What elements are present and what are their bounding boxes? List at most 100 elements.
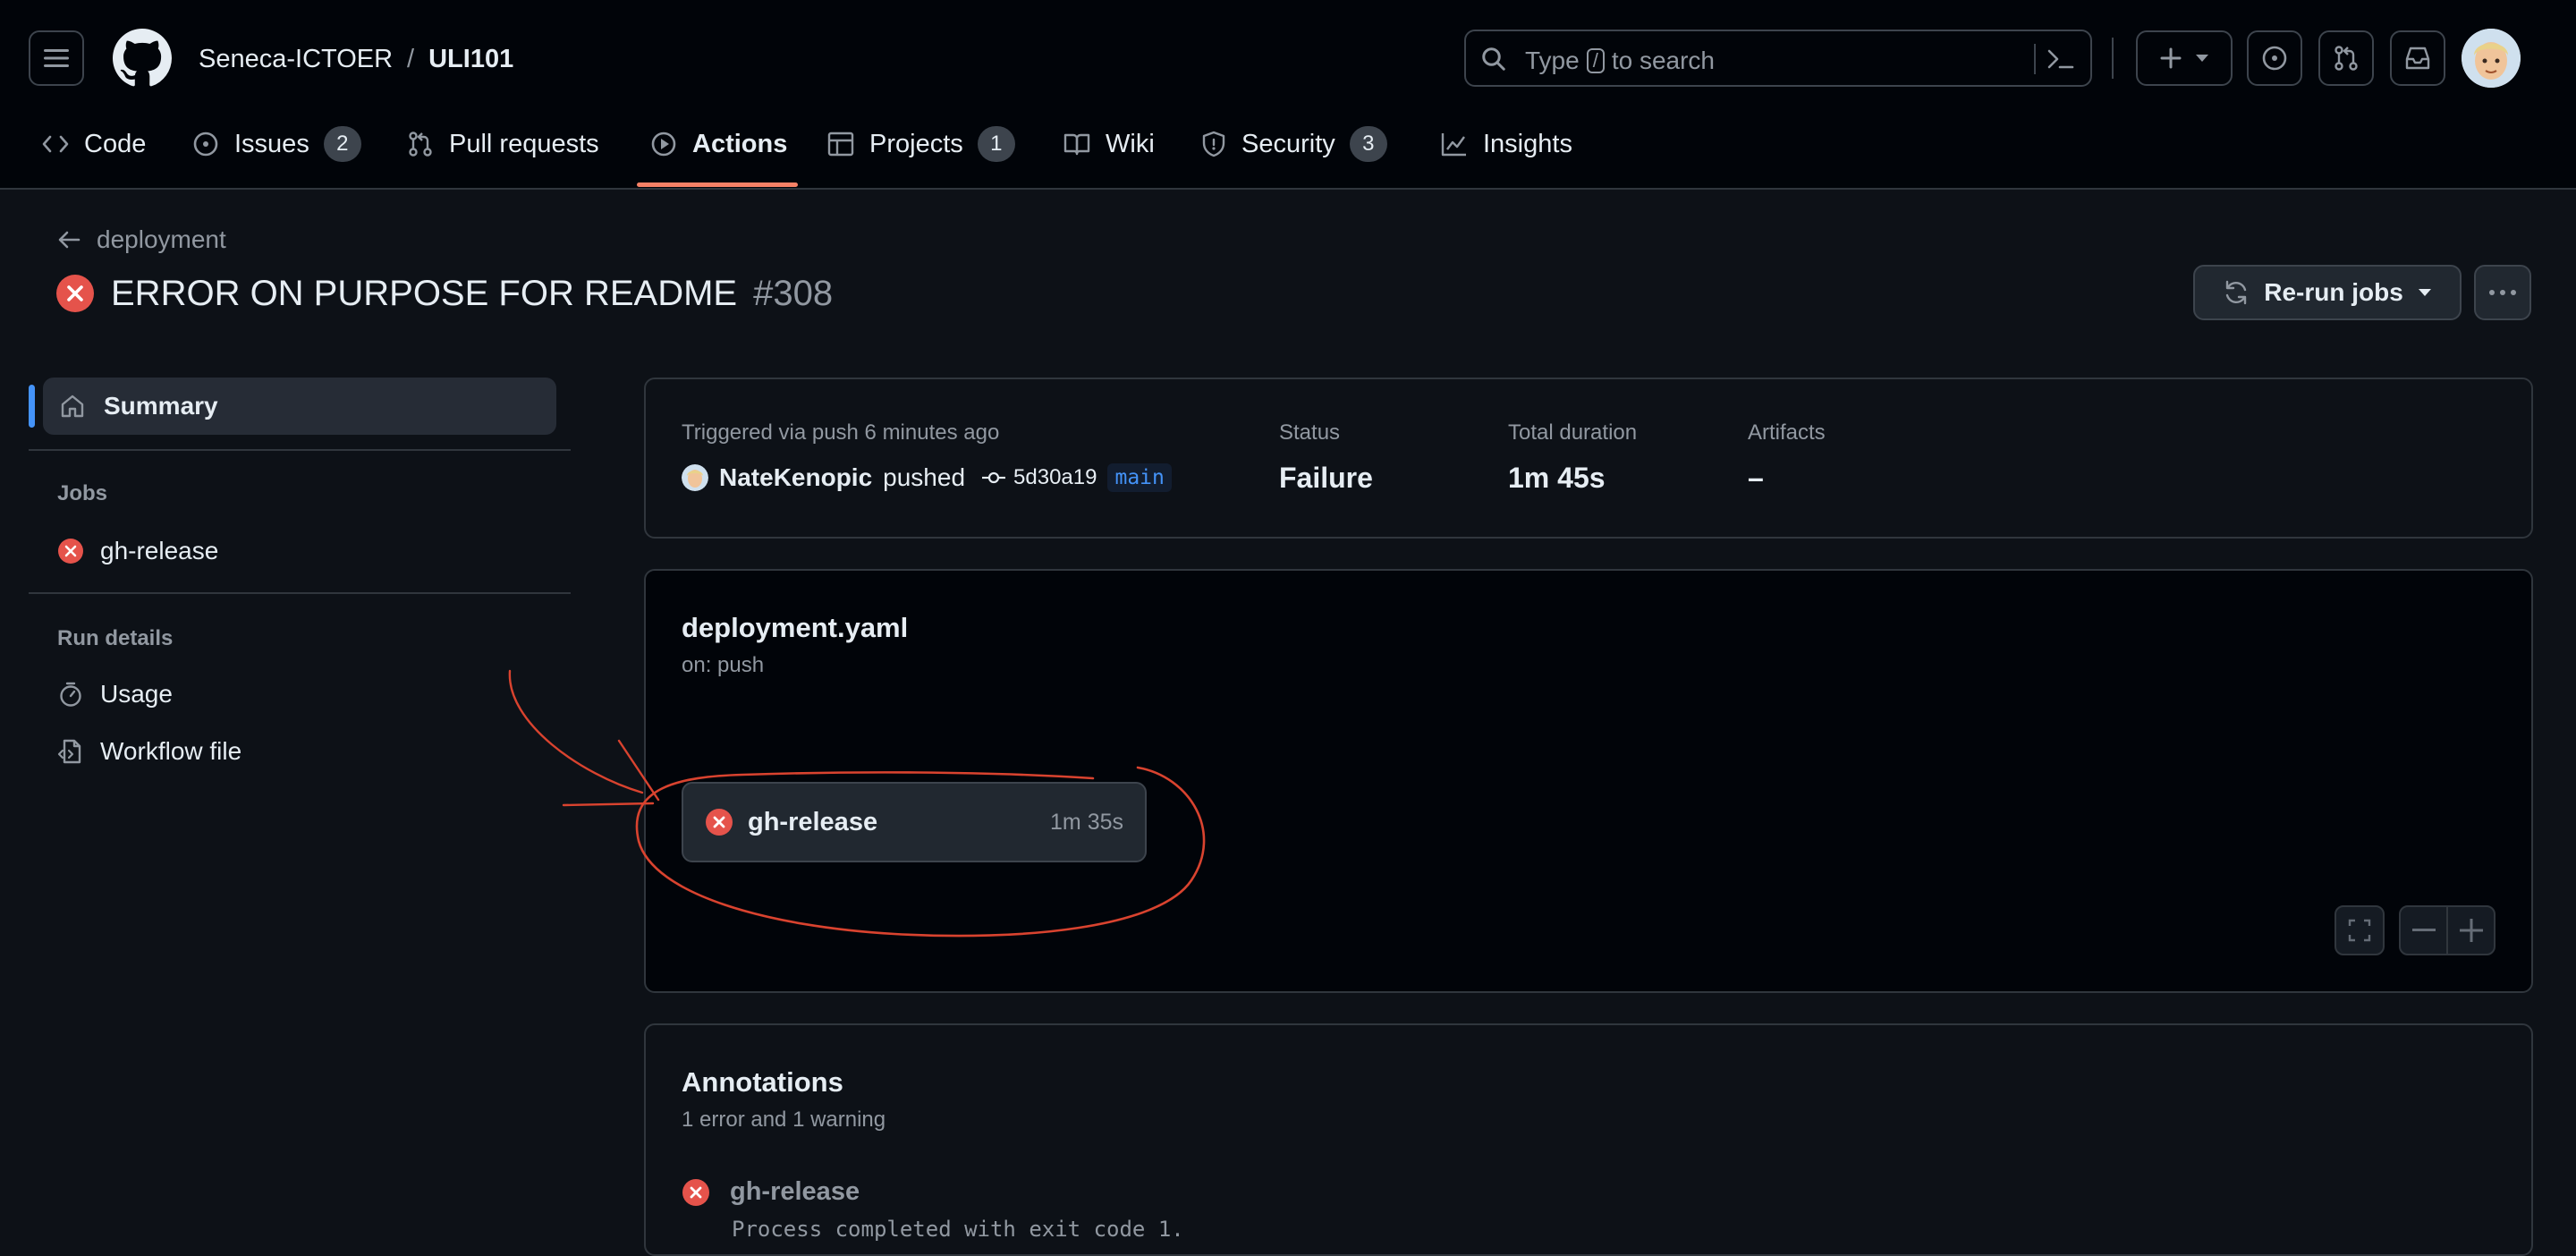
tab-label: Insights	[1483, 129, 1572, 158]
tab-label: Pull requests	[449, 129, 599, 158]
inbox-button[interactable]	[2390, 30, 2445, 86]
actor-link[interactable]: NateKenopic	[719, 463, 872, 492]
duration-value: 1m 45s	[1508, 462, 1606, 494]
run-number: #308	[753, 273, 834, 313]
repo-link[interactable]: ULI101	[428, 45, 513, 74]
book-icon	[1063, 133, 1090, 156]
app-header: Seneca-ICTOER / ULI101 Type / to search …	[0, 0, 2576, 190]
tab-projects[interactable]: Projects 1	[826, 120, 1015, 168]
sidebar-divider	[29, 592, 571, 594]
sidebar-item-label: Summary	[104, 392, 218, 420]
job-node-gh-release[interactable]: gh-release 1m 35s	[682, 782, 1147, 862]
breadcrumb-separator: /	[407, 44, 415, 73]
graph-icon	[1441, 133, 1466, 157]
git-commit-icon	[982, 471, 1006, 484]
menu-button[interactable]	[29, 30, 84, 86]
screen-full-icon	[2348, 919, 2371, 942]
file-code-icon	[57, 739, 81, 764]
tab-actions[interactable]: Actions	[649, 120, 787, 168]
zoom-controls	[2399, 905, 2496, 955]
rerun-label: Re-run jobs	[2264, 278, 2403, 306]
issues-button[interactable]	[2247, 30, 2302, 86]
back-to-workflow-link[interactable]: deployment	[57, 222, 226, 258]
create-new-button[interactable]	[2136, 30, 2233, 86]
tab-pull-requests[interactable]: Pull requests	[406, 120, 599, 168]
workflow-filename[interactable]: deployment.yaml	[682, 612, 908, 644]
tab-insights[interactable]: Insights	[1440, 120, 1572, 168]
issues-count-badge: 2	[323, 126, 361, 162]
plus-icon	[2459, 919, 2483, 942]
projects-count-badge: 1	[977, 126, 1015, 162]
tab-wiki[interactable]: Wiki	[1063, 120, 1155, 168]
artifacts-value: –	[1748, 462, 1764, 494]
search-placeholder: Type / to search	[1525, 47, 1715, 74]
minus-icon	[2411, 929, 2436, 931]
duration-label: Total duration	[1508, 420, 1638, 445]
commit-sha-link[interactable]: 5d30a19	[981, 465, 1097, 490]
play-icon	[651, 132, 676, 157]
jobs-heading: Jobs	[57, 481, 108, 505]
caret-down-icon	[2418, 289, 2431, 296]
sidebar-item-gh-release[interactable]: gh-release	[57, 531, 218, 571]
zoom-in-button[interactable]	[2448, 919, 2494, 942]
ink-arrow-shaft	[508, 669, 644, 794]
tab-label: Issues	[234, 129, 309, 158]
trigger-text: Triggered via push 6 minutes ago	[682, 420, 1000, 445]
issue-opened-icon	[193, 132, 218, 157]
sidebar-item-label: Workflow file	[100, 737, 242, 765]
tab-label: Actions	[692, 129, 788, 158]
user-avatar[interactable]	[2462, 29, 2521, 88]
tab-label: Projects	[869, 129, 963, 158]
arrow-left-icon	[58, 231, 80, 249]
sidebar-item-workflow-file[interactable]: Workflow file	[57, 732, 242, 771]
search-shortcut-key: /	[1586, 48, 1605, 73]
search-divider	[2034, 44, 2036, 74]
x-circle-fill-icon	[58, 539, 83, 564]
run-details-heading: Run details	[57, 626, 174, 650]
branch-badge[interactable]: main	[1107, 463, 1172, 492]
search-input[interactable]: Type / to search	[1464, 30, 2092, 87]
sidebar-item-usage[interactable]: Usage	[57, 675, 173, 714]
tab-label: Code	[84, 129, 147, 158]
owner-link[interactable]: Seneca-ICTOER	[199, 45, 393, 74]
x-circle-fill-icon	[706, 809, 733, 836]
inbox-icon	[2405, 47, 2430, 70]
zoom-out-button[interactable]	[2401, 929, 2446, 932]
run-summary-card	[644, 378, 2533, 539]
git-pull-request-icon	[2334, 46, 2358, 71]
tab-issues[interactable]: Issues 2	[191, 120, 361, 168]
job-duration: 1m 35s	[1050, 809, 1123, 835]
tab-label: Wiki	[1106, 129, 1155, 158]
workflow-trigger: on: push	[682, 653, 765, 677]
code-icon	[42, 135, 69, 153]
command-palette-icon[interactable]	[2046, 46, 2076, 72]
issue-opened-icon	[2262, 46, 2287, 71]
action-text: pushed	[883, 463, 966, 491]
tab-code[interactable]: Code	[41, 120, 146, 168]
artifacts-label: Artifacts	[1748, 420, 1826, 445]
shield-icon	[1202, 131, 1225, 157]
hamburger-icon	[44, 49, 69, 67]
actor-avatar[interactable]	[682, 464, 708, 491]
rerun-jobs-button[interactable]: Re-run jobs	[2193, 265, 2462, 320]
github-logo-icon[interactable]	[113, 29, 172, 88]
more-options-button[interactable]	[2474, 265, 2531, 320]
search-icon	[1482, 47, 1505, 71]
run-title-text: ERROR ON PURPOSE FOR README	[111, 273, 738, 313]
security-count-badge: 3	[1349, 126, 1387, 162]
annotation-job-link[interactable]: gh-release	[730, 1177, 860, 1207]
status-value: Failure	[1279, 462, 1373, 494]
annotation-item[interactable]: gh-release	[682, 1177, 860, 1207]
sidebar-item-label: gh-release	[100, 537, 219, 564]
header-divider	[2112, 38, 2114, 79]
pull-requests-button[interactable]	[2318, 30, 2374, 86]
fullscreen-button[interactable]	[2334, 905, 2385, 955]
ink-arrow-head-lower	[562, 802, 655, 807]
tab-label: Security	[1241, 129, 1335, 158]
tab-security[interactable]: Security 3	[1200, 120, 1387, 168]
back-link-label: deployment	[97, 225, 226, 253]
kebab-horizontal-icon	[2489, 290, 2516, 295]
sidebar-item-summary[interactable]: Summary	[43, 378, 556, 435]
annotations-title: Annotations	[682, 1066, 843, 1098]
sidebar-divider	[29, 449, 571, 451]
